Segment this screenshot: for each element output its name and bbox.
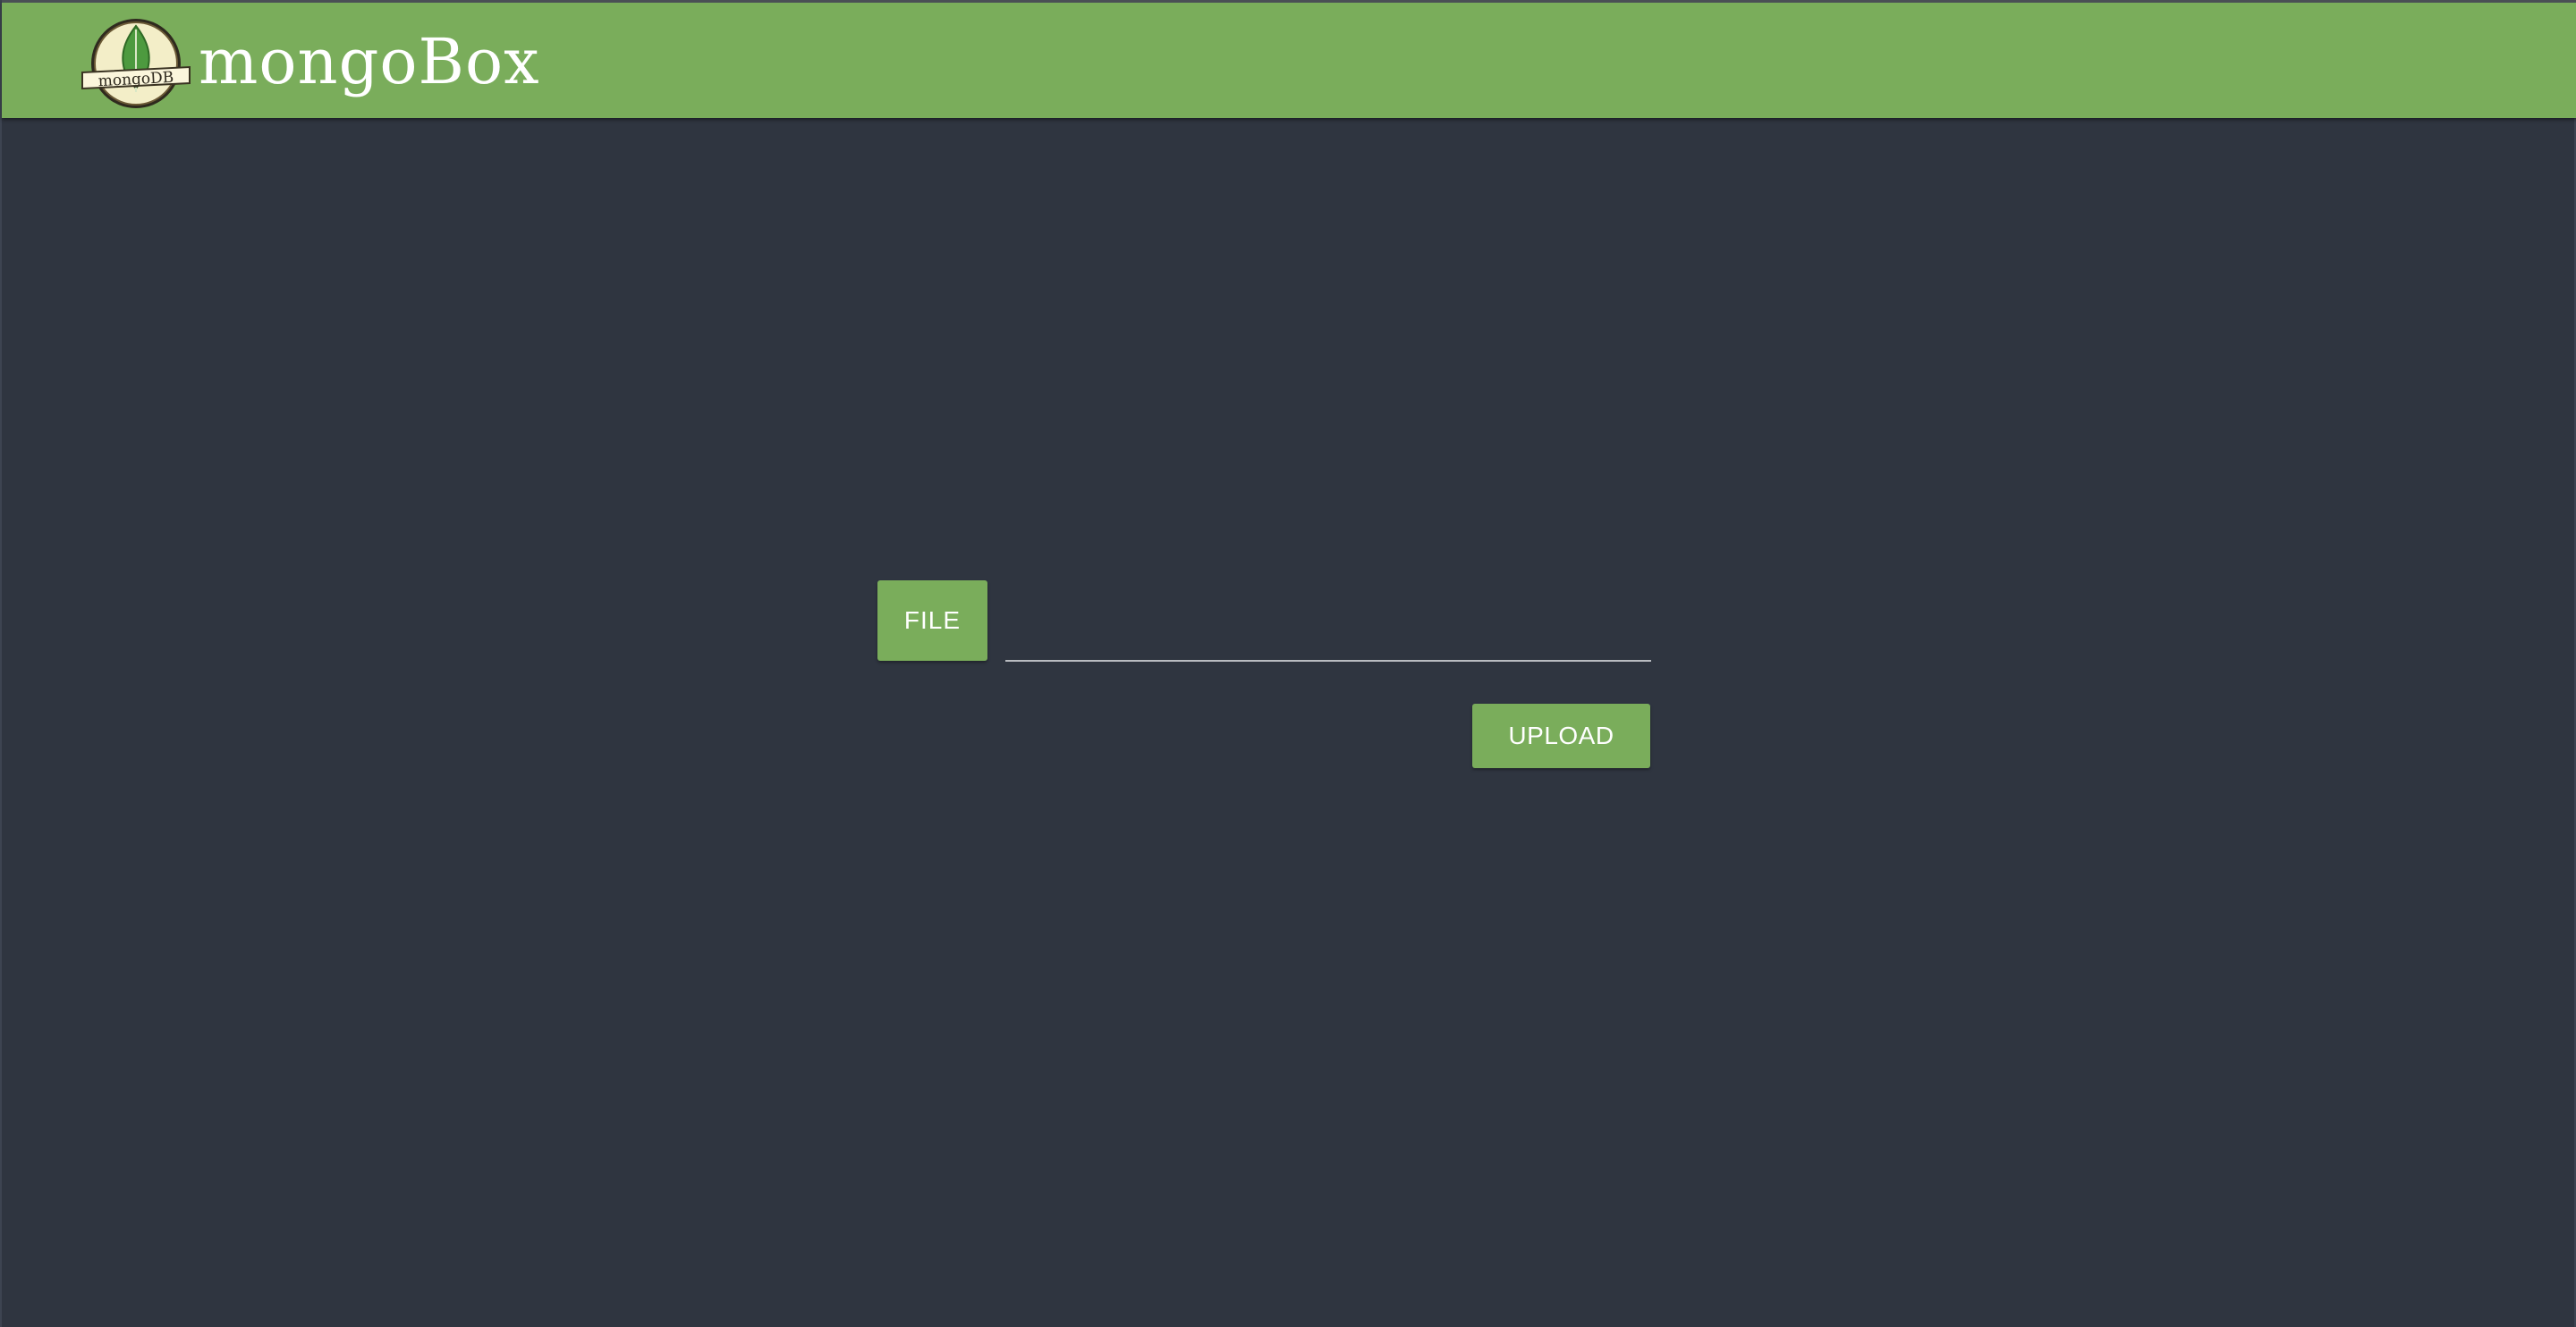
mongodb-leaf-logo-icon[interactable]: mongoDB: [79, 17, 193, 110]
upload-button[interactable]: UPLOAD: [1472, 704, 1650, 768]
file-path-input[interactable]: [1005, 590, 1651, 662]
app-header: mongoDB mongoBox: [2, 0, 2576, 118]
brand-name: mongoBox: [199, 25, 540, 98]
app-page: mongoDB mongoBox FILE UPLOAD: [0, 0, 2576, 1327]
file-button[interactable]: FILE: [877, 580, 987, 661]
